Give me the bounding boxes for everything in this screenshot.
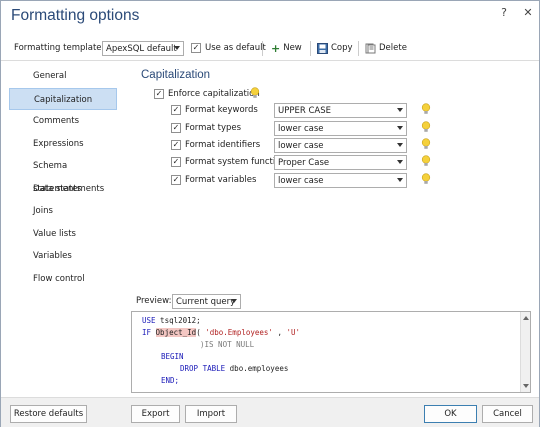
format-types-label: Format types (185, 123, 242, 133)
dialog-footer: Restore defaults Export Import OK Cancel (1, 397, 539, 427)
code-line: DROP TABLE dbo.employees (180, 364, 289, 373)
delete-icon (365, 43, 376, 53)
checkbox-check-icon: ✓ (191, 43, 201, 53)
format-identifiers-checkbox[interactable]: ✓ Format identifiers (171, 140, 260, 150)
checkbox-check-icon: ✓ (171, 123, 181, 133)
format-types-select[interactable]: lower case (274, 121, 407, 136)
nav-item-flow-control[interactable]: Flow control (9, 268, 117, 291)
template-label: Formatting template: (14, 43, 105, 53)
format-variables-select[interactable]: lower case (274, 173, 407, 188)
dialog-title: Formatting options (11, 7, 140, 24)
format-keywords-value: UPPER CASE (278, 105, 331, 116)
scroll-up-arrow-icon[interactable] (523, 316, 529, 320)
format-variables-label: Format variables (185, 175, 257, 185)
preview-label: Preview: (136, 296, 172, 306)
format-types-checkbox[interactable]: ✓ Format types (171, 123, 241, 133)
chevron-down-icon (231, 299, 237, 303)
code-line: BEGIN (161, 352, 184, 361)
section-heading: Capitalization (141, 69, 211, 81)
checkbox-check-icon: ✓ (171, 175, 181, 185)
copy-icon (317, 42, 328, 54)
nav-item-value-lists[interactable]: Value lists (9, 223, 117, 246)
format-system-functions-value: Proper Case (278, 157, 330, 168)
lightbulb-icon[interactable] (421, 173, 431, 185)
chevron-down-icon (174, 46, 180, 50)
code-line: IF Object_Id( 'dbo.Employees' , 'U' (142, 328, 301, 337)
delete-button[interactable]: Delete (365, 35, 407, 61)
checkbox-check-icon: ✓ (171, 140, 181, 150)
new-label: New (283, 43, 302, 53)
enforce-capitalization-checkbox[interactable]: ✓ Enforce capitalization (154, 89, 260, 99)
restore-defaults-button[interactable]: Restore defaults (10, 405, 87, 423)
checkbox-check-icon: ✓ (154, 89, 164, 99)
code-line: )IS NOT NULL (200, 340, 255, 349)
plus-icon: + (271, 41, 281, 55)
cancel-button[interactable]: Cancel (482, 405, 533, 423)
template-select[interactable]: ApexSQL default (102, 41, 184, 56)
chevron-down-icon (397, 160, 403, 164)
import-button[interactable]: Import (185, 405, 237, 423)
nav-item-expressions[interactable]: Expressions (9, 133, 117, 156)
format-identifiers-select[interactable]: lower case (274, 138, 407, 153)
enforce-capitalization-label: Enforce capitalization (168, 89, 260, 99)
toolbar: Formatting template: ApexSQL default ✓ U… (1, 35, 539, 61)
checkbox-check-icon: ✓ (171, 157, 181, 167)
copy-button[interactable]: Copy (317, 35, 353, 61)
format-variables-value: lower case (278, 175, 324, 186)
chevron-down-icon (397, 143, 403, 147)
nav-item-schema-statements[interactable]: Schema statements (9, 155, 117, 194)
new-button[interactable]: + New (271, 35, 302, 61)
delete-label: Delete (379, 43, 407, 53)
format-variables-checkbox[interactable]: ✓ Format variables (171, 175, 256, 185)
lightbulb-icon[interactable] (421, 138, 431, 150)
chevron-down-icon (397, 126, 403, 130)
code-line: USE tsql2012; (142, 316, 201, 325)
template-select-value: ApexSQL default (106, 43, 177, 54)
close-button[interactable]: ✕ (521, 6, 535, 19)
lightbulb-icon[interactable] (421, 155, 431, 167)
use-as-default-checkbox[interactable]: ✓ Use as default (191, 35, 266, 61)
use-as-default-label: Use as default (205, 43, 266, 53)
lightbulb-icon[interactable] (421, 103, 431, 115)
format-types-value: lower case (278, 123, 324, 134)
chevron-down-icon (397, 108, 403, 112)
toolbar-divider (262, 41, 263, 56)
category-nav: General Capitalization Comments Expressi… (9, 65, 117, 290)
preview-query-select[interactable]: Current query (172, 294, 241, 309)
lightbulb-icon[interactable] (421, 121, 431, 133)
help-button[interactable]: ? (497, 6, 511, 19)
format-system-functions-select[interactable]: Proper Case (274, 155, 407, 170)
toolbar-divider (310, 41, 311, 56)
ok-button[interactable]: OK (424, 405, 477, 423)
format-identifiers-label: Format identifiers (185, 140, 261, 150)
checkbox-check-icon: ✓ (171, 105, 181, 115)
format-identifiers-value: lower case (278, 140, 324, 151)
export-button[interactable]: Export (131, 405, 180, 423)
preview-code-editor[interactable]: USE tsql2012; IF Object_Id( 'dbo.Employe… (131, 311, 531, 393)
nav-item-data-statements[interactable]: Data statements (9, 178, 117, 201)
scroll-down-arrow-icon[interactable] (523, 384, 529, 388)
lightbulb-icon[interactable] (250, 87, 260, 99)
formatting-options-dialog: Formatting options ? ✕ Formatting templa… (0, 0, 540, 427)
nav-item-variables[interactable]: Variables (9, 245, 117, 268)
format-system-functions-checkbox[interactable]: ✓ Format system functions (171, 157, 290, 167)
nav-item-capitalization[interactable]: Capitalization (9, 87, 117, 110)
format-keywords-select[interactable]: UPPER CASE (274, 103, 407, 118)
preview-scrollbar[interactable] (520, 312, 530, 392)
format-keywords-label: Format keywords (185, 105, 258, 115)
chevron-down-icon (397, 178, 403, 182)
nav-item-joins[interactable]: Joins (9, 200, 117, 223)
nav-item-comments[interactable]: Comments (9, 110, 117, 133)
preview-query-value: Current query (176, 296, 236, 307)
toolbar-divider (358, 41, 359, 56)
code-line: END; (161, 376, 180, 385)
copy-label: Copy (331, 43, 353, 53)
format-keywords-checkbox[interactable]: ✓ Format keywords (171, 105, 258, 115)
nav-item-general[interactable]: General (9, 65, 117, 88)
